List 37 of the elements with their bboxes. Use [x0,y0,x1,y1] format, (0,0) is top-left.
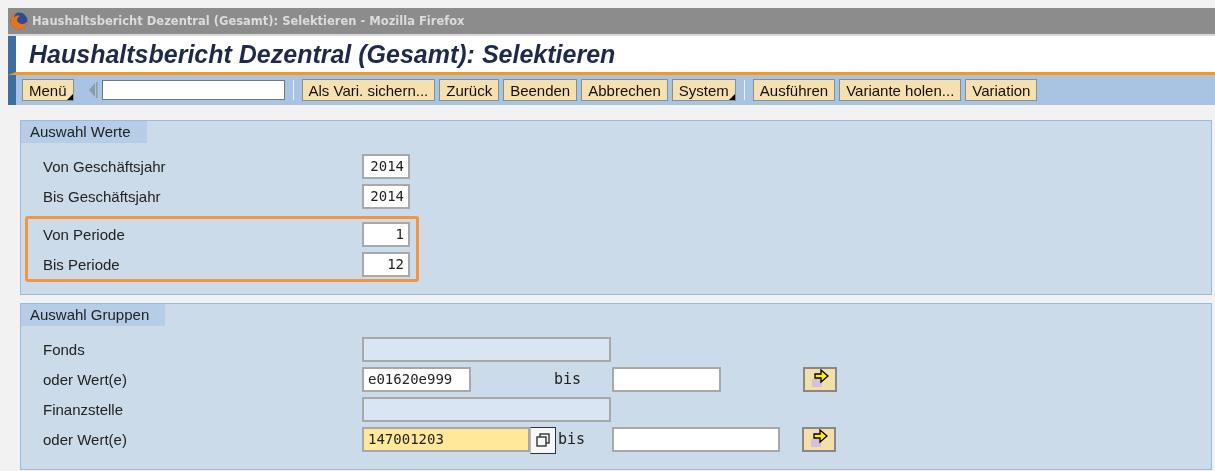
field-label: Von Periode [42,225,126,243]
field-label: Bis Geschäftsjahr [42,187,162,205]
copy-button[interactable] [530,426,556,454]
field-label: Fonds [42,340,86,358]
toolbar-button[interactable]: Zurück [439,79,500,101]
field-label: oder Wert(e) [42,430,128,448]
field-label: Finanzstelle [42,400,125,418]
toolbar-button[interactable]: Variante holen... [839,79,962,101]
window-title: Haushaltsbericht Dezentral (Gesamt): Selektieren - Mozilla Firefox [32,14,465,28]
field-label: Von Geschäftsjahr [42,157,167,175]
input-field[interactable]: 1 [362,221,410,247]
browser-logo-icon [10,12,28,30]
input-field[interactable]: 2014 [362,183,410,209]
range-label: bis [554,370,583,388]
command-field[interactable] [101,80,285,100]
input-field[interactable]: 2014 [362,153,410,179]
range-label: bis [558,430,587,448]
toolbar-button[interactable]: Ausführen [752,79,836,101]
input-field[interactable] [612,366,721,392]
field-label: Bis Periode [42,255,121,273]
input-field[interactable] [612,426,780,452]
input-field[interactable]: 147001203 [362,426,530,452]
toolbar-button[interactable]: Beenden [503,79,578,101]
copy-icon [535,432,551,448]
toolbar-button[interactable]: Abbrechen [581,79,668,101]
toolbar-button[interactable]: Variation [965,79,1038,101]
toolbar-button[interactable]: Menü [22,79,74,101]
input-field[interactable]: e01620e999 [362,366,471,392]
input-field[interactable]: 12 [362,251,410,277]
multiple-selection-button[interactable] [802,426,836,452]
field-label: oder Wert(e) [42,370,128,388]
page-title: Haushaltsbericht Dezentral (Gesamt): Selektieren [29,39,616,69]
toolbar-button[interactable]: Als Vari. sichern... [301,79,436,101]
arrow-icon [809,369,831,389]
multiple-selection-button[interactable] [803,366,837,392]
toolbar-button[interactable]: System [671,79,736,101]
arrow-icon [808,429,830,449]
